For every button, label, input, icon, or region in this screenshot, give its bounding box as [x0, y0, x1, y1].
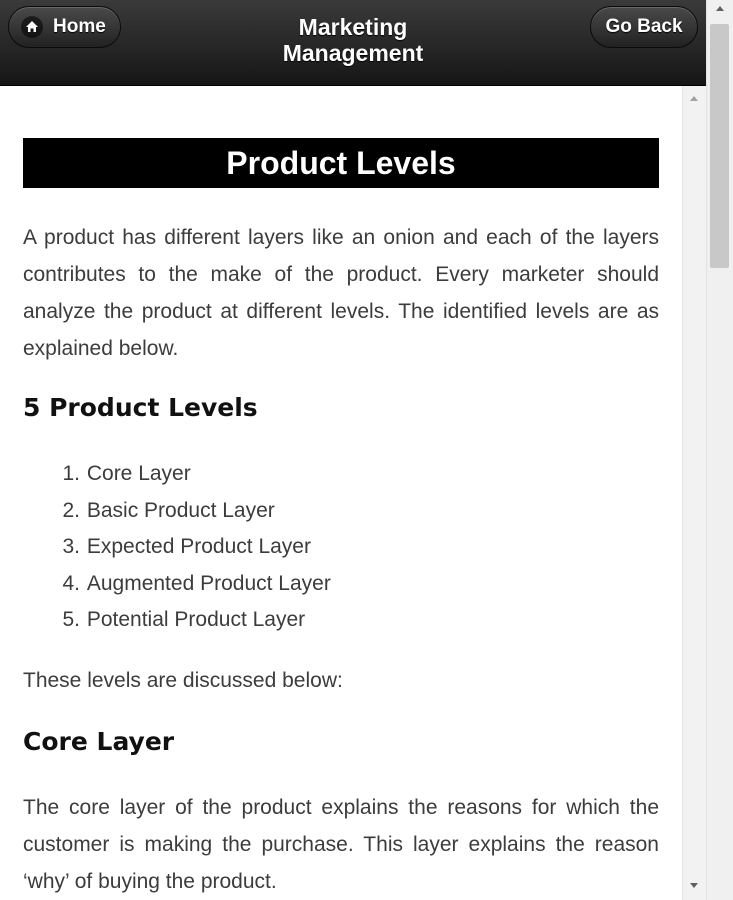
- list-item: 3. Expected Product Layer: [23, 529, 331, 566]
- list-item-number: 2.: [62, 498, 80, 522]
- window-scrollbar[interactable]: [706, 0, 733, 900]
- list-item-number: 4.: [62, 571, 80, 595]
- content-area[interactable]: Product Levels A product has different l…: [0, 86, 706, 900]
- window-scrollbar-thumb[interactable]: [710, 24, 729, 268]
- list-item-label: Core Layer: [86, 462, 191, 485]
- home-button-label: Home: [53, 16, 106, 37]
- list-item-label: Potential Product Layer: [86, 608, 306, 632]
- page-title: Marketing Management: [160, 14, 546, 66]
- go-back-button[interactable]: Go Back: [590, 6, 698, 48]
- list-item: 1. Core Layer: [23, 456, 331, 493]
- list-item: 4. Augmented Product Layer: [23, 566, 331, 603]
- list-item: 5. Potential Product Layer: [23, 602, 331, 639]
- core-layer-paragraph: The core layer of the product explains t…: [23, 796, 659, 893]
- content-scrollbar[interactable]: [682, 86, 706, 900]
- list-item-number: 1.: [62, 462, 80, 485]
- page-title-line2: Management: [282, 40, 424, 66]
- article-title: Product Levels: [23, 138, 659, 188]
- window-scroll-up-arrow-icon[interactable]: [716, 6, 724, 11]
- list-item-label: Augmented Product Layer: [86, 571, 331, 595]
- home-icon: [21, 16, 43, 38]
- page-title-line1: Marketing: [298, 14, 408, 40]
- go-back-button-label: Go Back: [605, 16, 683, 37]
- list-item-number: 5.: [62, 608, 80, 632]
- app-window: Home Marketing Management Go Back Produc…: [0, 0, 733, 900]
- discussed-paragraph: These levels are discussed below:: [23, 669, 343, 692]
- list-item-label: Basic Product Layer: [86, 498, 275, 522]
- list-item-number: 3.: [62, 535, 80, 559]
- header-bar: Home Marketing Management Go Back: [0, 0, 706, 86]
- levels-heading: 5 Product Levels: [23, 393, 258, 422]
- scroll-up-arrow-icon[interactable]: [690, 96, 698, 101]
- scroll-down-arrow-icon[interactable]: [690, 883, 698, 888]
- list-item: 2. Basic Product Layer: [23, 493, 331, 530]
- home-button[interactable]: Home: [8, 6, 121, 48]
- list-item-label: Expected Product Layer: [86, 535, 311, 559]
- core-layer-heading: Core Layer: [23, 727, 175, 756]
- intro-paragraph: A product has different layers like an o…: [23, 226, 659, 360]
- levels-list: 1. Core Layer 2. Basic Product Layer 3. …: [23, 456, 331, 639]
